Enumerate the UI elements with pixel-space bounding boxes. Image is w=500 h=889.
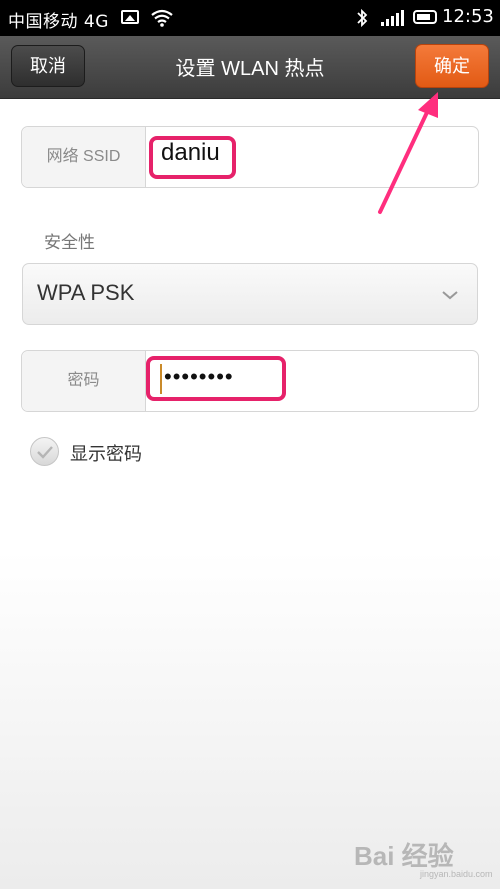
baidu-watermark: Bai 经验 — [354, 841, 454, 871]
annotation-arrow-icon — [378, 92, 438, 214]
baidu-watermark-url: jingyan.baidu.com — [420, 869, 493, 879]
